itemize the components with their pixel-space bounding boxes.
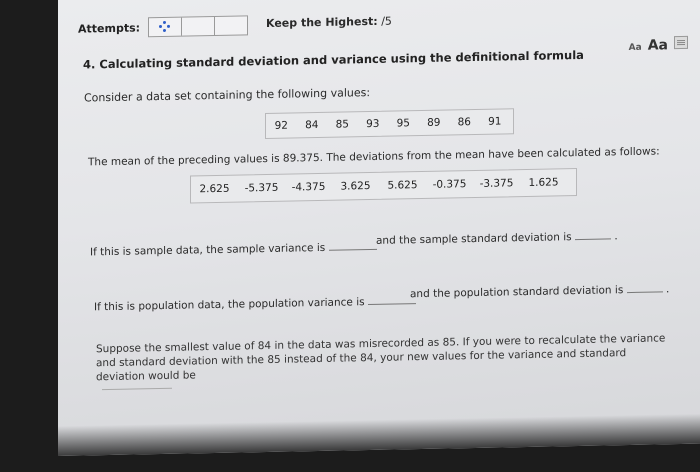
- loading-spinner-icon: [159, 20, 171, 33]
- keep-highest: Keep the Highest: /5: [266, 15, 392, 30]
- keep-highest-value: /5: [381, 14, 392, 28]
- deviation-value: -5.375: [244, 181, 279, 195]
- attempt-box-2: [182, 16, 216, 36]
- font-size-controls: Aa Aa: [629, 35, 688, 54]
- font-larger-button[interactable]: Aa: [648, 37, 668, 53]
- sample-variance-question: If this is sample data, the sample varia…: [90, 238, 377, 259]
- bottom-shadow: [58, 413, 700, 456]
- attempt-indicator: [148, 15, 249, 38]
- deviation-value: -4.375: [291, 180, 326, 194]
- question-title: 4. Calculating standard deviation and va…: [83, 47, 584, 72]
- data-value: 89: [427, 116, 441, 129]
- deviations-box: 2.625 -5.375 -4.375 3.625 5.625 -0.375 -…: [190, 168, 577, 204]
- deviation-value: 2.625: [199, 182, 230, 196]
- question-intro: Consider a data set containing the follo…: [84, 86, 371, 105]
- deviation-value: -0.375: [432, 178, 467, 191]
- attempt-box-3: [215, 16, 247, 35]
- data-values-box: 92 84 85 93 95 89 86 91: [265, 108, 514, 140]
- data-value: 86: [457, 116, 471, 129]
- sample-sd-label: and the sample standard deviation is: [376, 231, 572, 247]
- sample-variance-label: If this is sample data, the sample varia…: [90, 241, 326, 259]
- keep-highest-label: Keep the Highest:: [266, 14, 378, 31]
- population-sd-label: and the population standard deviation is: [410, 284, 624, 301]
- sample-sd-dropdown[interactable]: [574, 228, 611, 241]
- deviation-value: -3.375: [479, 177, 514, 190]
- population-variance-dropdown[interactable]: [367, 293, 416, 306]
- font-smaller-button[interactable]: Aa: [629, 43, 642, 53]
- population-variance-label: If this is population data, the populati…: [94, 296, 365, 314]
- deviation-value: 5.625: [387, 179, 418, 192]
- attempt-box-1: [149, 17, 183, 37]
- screen: Attempts: Keep the Highest: /5 Aa Aa 4. …: [58, 0, 700, 456]
- mean-statement: The mean of the preceding values is 89.3…: [88, 145, 660, 169]
- deviation-value: 1.625: [528, 176, 559, 189]
- menu-icon[interactable]: [674, 35, 688, 50]
- population-sd-dropdown[interactable]: [626, 281, 663, 294]
- recalculation-answer-dropdown[interactable]: [102, 387, 172, 391]
- population-sd-period: .: [666, 283, 670, 296]
- population-sd-question: and the population standard deviation is…: [410, 281, 669, 300]
- recalculation-paragraph: Suppose the smallest value of 84 in the …: [96, 332, 666, 384]
- deviation-value: 3.625: [340, 179, 371, 193]
- data-value: 92: [274, 119, 288, 132]
- data-value: 91: [488, 115, 502, 128]
- sample-sd-period: .: [614, 230, 618, 243]
- attempts-label: Attempts:: [78, 20, 141, 36]
- data-value: 85: [335, 118, 349, 131]
- attempts-row: Attempts:: [78, 14, 249, 39]
- sample-variance-dropdown[interactable]: [328, 238, 377, 251]
- population-variance-question: If this is population data, the populati…: [94, 293, 416, 313]
- data-value: 93: [366, 117, 380, 131]
- data-value: 95: [396, 117, 410, 130]
- sample-sd-question: and the sample standard deviation is .: [376, 228, 618, 247]
- data-value: 84: [305, 118, 319, 132]
